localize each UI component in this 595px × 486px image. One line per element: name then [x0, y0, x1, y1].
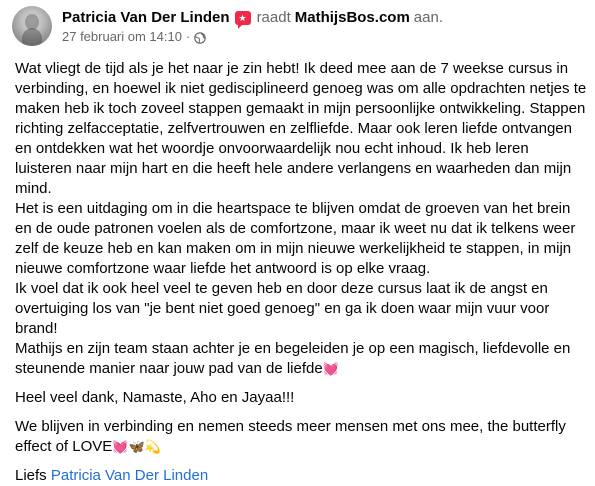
globe-icon[interactable]: [194, 31, 207, 44]
post-body: Wat vliegt de tijd als je het naar je zi…: [15, 59, 587, 486]
post-header-text: Patricia Van Der Linden ★ raadt MathijsB…: [62, 8, 443, 46]
closing-text: We blijven in verbinding en nemen steeds…: [15, 418, 566, 455]
heart-emoji: 💓: [322, 361, 339, 376]
page-name-link[interactable]: MathijsBos.com: [295, 8, 410, 28]
post-timestamp[interactable]: 27 februari om 14:10: [62, 28, 182, 46]
signoff-profile-link[interactable]: Patricia Van Der Linden: [51, 467, 208, 484]
recommends-tail-text: aan.: [413, 9, 443, 26]
post-paragraph: Ik voel dat ik ook heel veel te geven he…: [15, 280, 550, 337]
meta-separator: ·: [185, 29, 191, 44]
facebook-recommendation-post: Patricia Van Der Linden ★ raadt MathijsB…: [0, 0, 595, 484]
avatar[interactable]: [12, 6, 52, 46]
post-paragraph: Mathijs en zijn team staan achter je en …: [15, 339, 587, 379]
heart-butterfly-emoji: 💓🦋💫: [112, 439, 161, 454]
post-paragraph: Wat vliegt de tijd als je het naar je zi…: [15, 60, 587, 197]
signoff-line: Liefs Patricia Van Der Linden: [15, 466, 587, 486]
recommendation-icon: ★: [234, 11, 251, 29]
post-paragraph-text: Mathijs en zijn team staan achter je en …: [15, 340, 571, 377]
recommends-text: raadt: [256, 9, 291, 26]
header-line: Patricia Van Der Linden ★ raadt MathijsB…: [62, 8, 443, 29]
post-paragraph: Het is een uitdaging om in die heartspac…: [15, 200, 576, 277]
post-header: Patricia Van Der Linden ★ raadt MathijsB…: [12, 6, 443, 50]
thanks-line: Heel veel dank, Namaste, Aho en Jayaa!!!: [15, 389, 295, 406]
signoff-prefix: Liefs: [15, 467, 47, 484]
author-name[interactable]: Patricia Van Der Linden: [62, 8, 230, 28]
closing-paragraph: We blijven in verbinding en nemen steeds…: [15, 417, 587, 457]
post-meta: 27 februari om 14:10 ·: [62, 28, 443, 46]
